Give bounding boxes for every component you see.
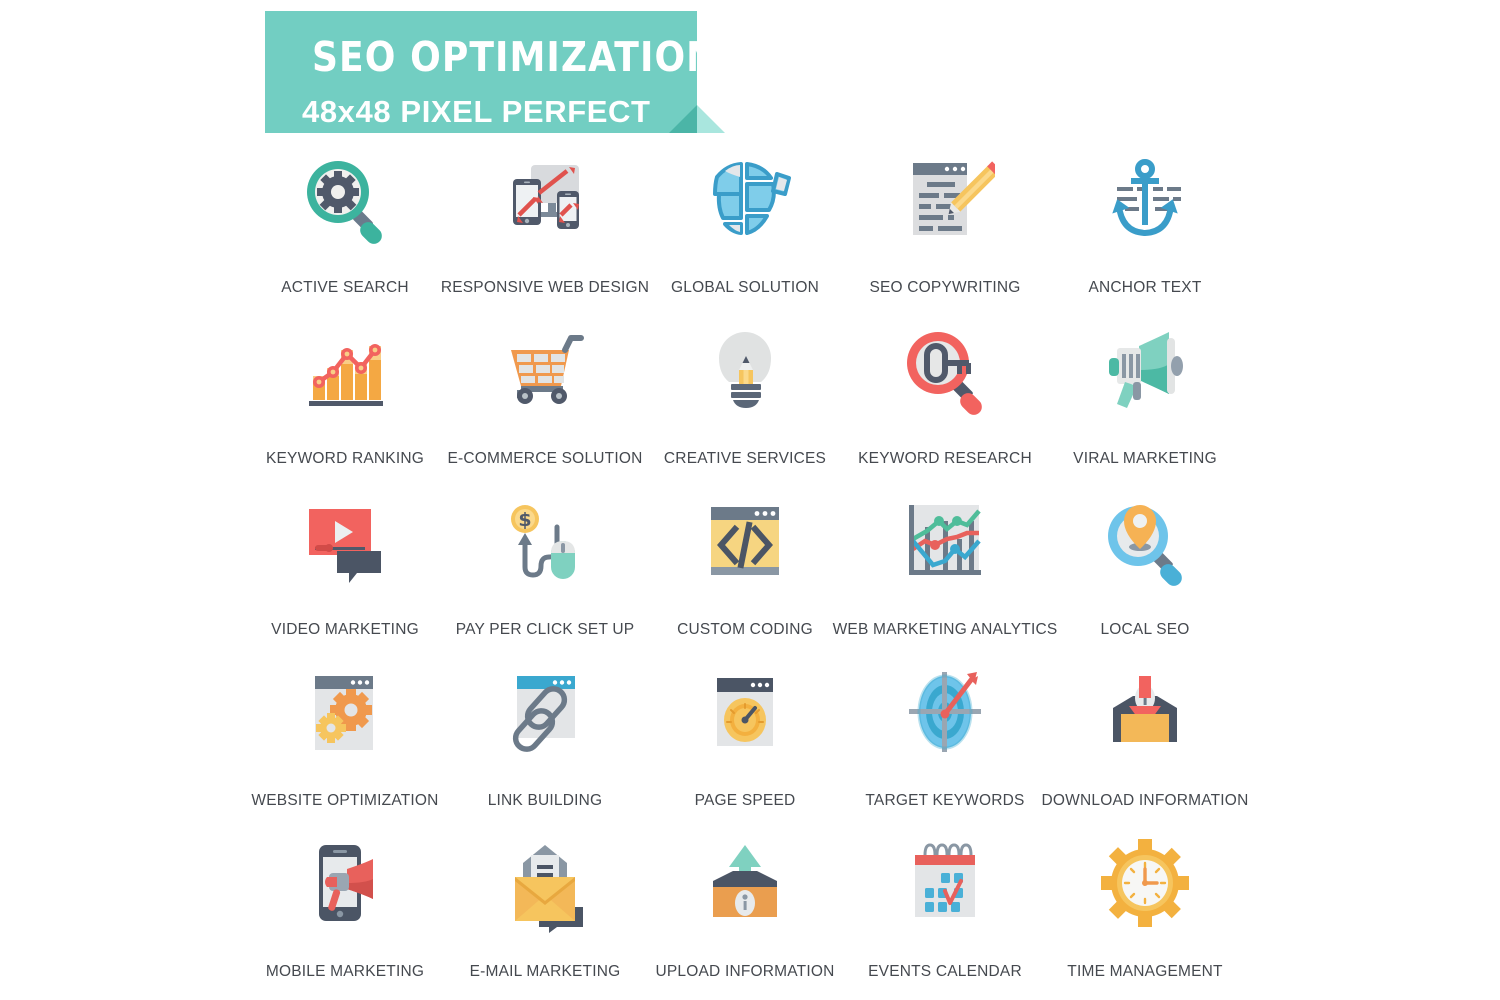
icon-cell-global-solution[interactable]: GLOBAL SOLUTION [645, 145, 845, 316]
window-gears-icon [295, 662, 395, 762]
megaphone-icon [1095, 320, 1195, 420]
upload-box-icon [695, 833, 795, 933]
broken-globe-icon [695, 149, 795, 249]
icon-cell-download-information[interactable]: DOWNLOAD INFORMATION [1042, 658, 1248, 829]
icon-cell-target-keywords[interactable]: TARGET KEYWORDS [845, 658, 1045, 829]
window-chain-link-icon [495, 662, 595, 762]
banner-title: SEO OPTIMIZATION [312, 33, 718, 81]
code-window-icon [695, 491, 795, 591]
icon-cell-events-calendar[interactable]: EVENTS CALENDAR [845, 829, 1045, 1000]
icon-label: TIME MANAGEMENT [1067, 963, 1223, 980]
icon-cell-website-optimization[interactable]: WEBSITE OPTIMIZATION [245, 658, 445, 829]
video-player-chat-icon [295, 491, 395, 591]
coin-mouse-icon: $ [495, 491, 595, 591]
icon-cell-link-building[interactable]: LINK BUILDING [445, 658, 645, 829]
icon-cell-seo-copywriting[interactable]: SEO COPYWRITING [845, 145, 1045, 316]
icon-grid: ACTIVE SEARCH RESPONSIVE WEB DESIGN GLOB… [245, 145, 1248, 1000]
icon-cell-video-marketing[interactable]: VIDEO MARKETING [245, 487, 445, 658]
anchor-icon [1095, 149, 1195, 249]
clock-gear-icon [1095, 833, 1195, 933]
icon-cell-local-seo[interactable]: LOCAL SEO [1045, 487, 1245, 658]
icon-cell-email-marketing[interactable]: E-MAIL MARKETING [445, 829, 645, 1000]
target-arrow-icon [895, 662, 995, 762]
phone-megaphone-icon [295, 833, 395, 933]
banner-fold-dark [669, 105, 697, 133]
icon-label: LOCAL SEO [1100, 621, 1190, 638]
icon-cell-viral-marketing[interactable]: VIRAL MARKETING [1045, 316, 1245, 487]
icon-cell-custom-coding[interactable]: CUSTOM CODING [645, 487, 845, 658]
banner-subtitle: 48x48 PIXEL PERFECT [302, 94, 651, 129]
icon-cell-time-management[interactable]: TIME MANAGEMENT [1045, 829, 1245, 1000]
calendar-check-icon [895, 833, 995, 933]
icon-label: DOWNLOAD INFORMATION [1041, 792, 1249, 809]
icon-cell-upload-information[interactable]: UPLOAD INFORMATION [645, 829, 845, 1000]
icon-label: VIRAL MARKETING [1073, 450, 1217, 467]
document-pencil-icon [895, 149, 995, 249]
bar-line-chart-icon [295, 320, 395, 420]
icon-cell-page-speed[interactable]: PAGE SPEED [645, 658, 845, 829]
multi-line-chart-icon [895, 491, 995, 591]
icon-cell-mobile-marketing[interactable]: MOBILE MARKETING [245, 829, 445, 1000]
envelope-chat-icon [495, 833, 595, 933]
magnifier-gear-icon [295, 149, 395, 249]
icon-label: ANCHOR TEXT [1088, 279, 1202, 296]
icon-cell-keyword-ranking[interactable]: KEYWORD RANKING [245, 316, 445, 487]
icon-cell-responsive-web-design[interactable]: RESPONSIVE WEB DESIGN [441, 145, 649, 316]
icon-cell-creative-services[interactable]: CREATIVE SERVICES [645, 316, 845, 487]
window-gauge-icon [695, 662, 795, 762]
icon-set-page: SEO OPTIMIZATION 48x48 PIXEL PERFECT ACT… [0, 0, 1500, 1000]
icon-cell-web-marketing-analytics[interactable]: WEB MARKETING ANALYTICS [833, 487, 1057, 658]
responsive-devices-icon [495, 149, 595, 249]
banner-fold-light [697, 105, 725, 133]
icon-cell-keyword-research[interactable]: KEYWORD RESEARCH [845, 316, 1045, 487]
icon-cell-anchor-text[interactable]: ANCHOR TEXT [1045, 145, 1245, 316]
magnifier-pin-icon [1095, 491, 1195, 591]
icon-cell-ecommerce-solution[interactable]: E-COMMERCE SOLUTION [445, 316, 645, 487]
svg-text:$: $ [518, 509, 531, 531]
shopping-cart-icon [495, 320, 595, 420]
icon-cell-pay-per-click[interactable]: $ PAY PER CLICK SET UP [445, 487, 645, 658]
banner: SEO OPTIMIZATION 48x48 PIXEL PERFECT [265, 11, 725, 133]
icon-cell-active-search[interactable]: ACTIVE SEARCH [245, 145, 445, 316]
download-box-icon [1095, 662, 1195, 762]
lightbulb-pencil-icon [695, 320, 795, 420]
magnifier-key-icon [895, 320, 995, 420]
